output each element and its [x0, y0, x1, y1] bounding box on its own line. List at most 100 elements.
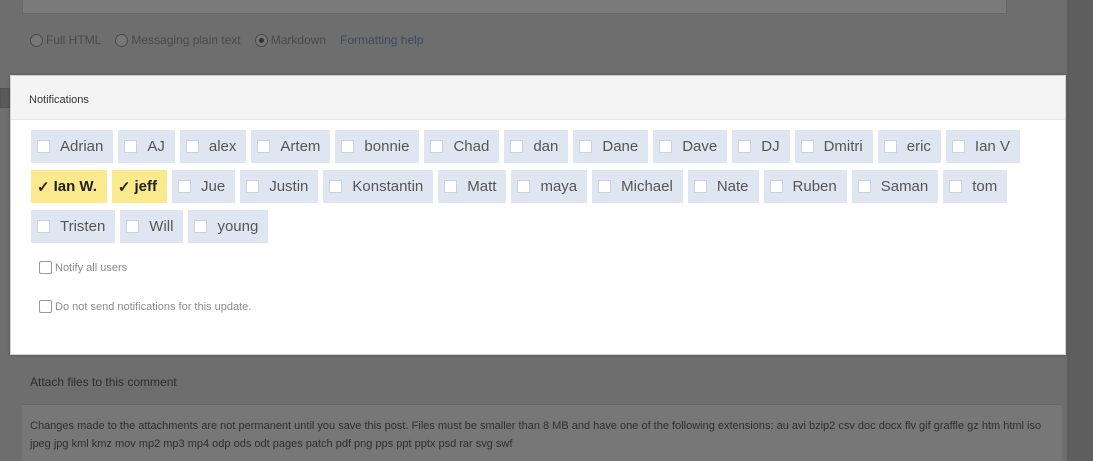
user-chip[interactable]: ✓Tristen	[31, 210, 116, 243]
user-name: eric	[906, 138, 931, 155]
user-name: alex	[208, 138, 237, 155]
checkbox-icon[interactable]	[341, 140, 355, 153]
checkbox-icon[interactable]	[185, 140, 199, 153]
attachments-description: Changes made to the attachments are not …	[22, 404, 1062, 461]
checkbox-icon[interactable]	[949, 180, 963, 193]
format-option-label: Markdown	[270, 33, 327, 47]
checkbox-icon[interactable]	[800, 140, 814, 153]
checkbox-icon[interactable]	[693, 180, 707, 193]
checkbox-icon[interactable]	[124, 140, 138, 153]
checkbox-icon[interactable]	[37, 220, 50, 233]
no-send-label: Do not send notifications for this updat…	[55, 300, 252, 313]
user-chip[interactable]: ✓DJ	[732, 130, 790, 163]
user-name: Tristen	[60, 218, 106, 235]
formatting-help-link[interactable]: Formatting help	[340, 33, 423, 47]
user-name: Michael	[621, 178, 673, 195]
user-chip[interactable]: ✓Konstantin	[323, 170, 434, 203]
user-name: Artem	[280, 138, 321, 155]
user-chip[interactable]: ✓Dane	[573, 130, 649, 163]
user-name: Ruben	[792, 178, 837, 195]
user-chip[interactable]: ✓eric	[877, 130, 941, 163]
checkbox-icon[interactable]	[246, 180, 260, 193]
notify-all-option[interactable]: Notify all users	[39, 261, 1065, 274]
checkbox-icon[interactable]	[951, 140, 965, 153]
user-chip[interactable]: ✓Dmitri	[794, 130, 873, 163]
user-chip[interactable]: ✓Nate	[687, 170, 759, 203]
user-name: Nate	[716, 178, 749, 195]
checkbox-icon[interactable]	[329, 180, 343, 193]
side-tab-handle[interactable]	[0, 88, 10, 108]
checkbox-icon[interactable]	[39, 261, 52, 274]
user-chip[interactable]: ✓alex	[179, 130, 247, 163]
checkbox-icon[interactable]	[598, 180, 612, 193]
user-name: Chad	[453, 138, 490, 155]
user-name: jeff	[134, 178, 158, 195]
notifications-title: Notifications	[11, 76, 1065, 120]
user-chip[interactable]: ✓Ian V	[945, 130, 1020, 163]
notifications-panel: Notifications ✓Adrian✓AJ✓alex✓Artem✓bonn…	[10, 75, 1066, 355]
user-chip[interactable]: ✓Ruben	[763, 170, 847, 203]
checkbox-icon[interactable]	[37, 140, 50, 153]
checkmark-icon: ✓	[37, 178, 50, 196]
checkbox-icon[interactable]	[769, 180, 783, 193]
attachments-section: Attach files to this comment Changes mad…	[22, 370, 1062, 461]
user-chip[interactable]: ✓Michael	[592, 170, 683, 203]
user-chip[interactable]: ✓Dave	[653, 130, 728, 163]
user-chip[interactable]: ✓Artem	[251, 130, 331, 163]
user-name: Matt	[467, 178, 497, 195]
user-name: Ian V	[974, 138, 1010, 155]
user-name: Dave	[682, 138, 718, 155]
user-chip[interactable]: ✓young	[188, 210, 269, 243]
scrollbar[interactable]	[1067, 0, 1093, 461]
no-send-option[interactable]: Do not send notifications for this updat…	[39, 300, 1065, 313]
user-chip[interactable]: ✓Chad	[424, 130, 500, 163]
checkbox-icon[interactable]	[194, 220, 208, 233]
format-option-full-html[interactable]: Full HTML	[30, 33, 101, 47]
checkbox-icon[interactable]	[579, 140, 593, 153]
user-chip[interactable]: ✓dan	[504, 130, 569, 163]
checkbox-icon[interactable]	[517, 180, 531, 193]
checkbox-icon[interactable]	[738, 140, 752, 153]
user-name: Saman	[880, 178, 929, 195]
user-chip[interactable]: ✓maya	[511, 170, 588, 203]
user-chip[interactable]: ✓Saman	[851, 170, 939, 203]
checkbox-icon[interactable]	[444, 180, 458, 193]
comment-textarea-bottom[interactable]	[22, 0, 1007, 14]
radio-selected-icon[interactable]	[254, 33, 268, 47]
user-chip[interactable]: ✓Justin	[240, 170, 319, 203]
user-list: ✓Adrian✓AJ✓alex✓Artem✓bonnie✓Chad✓dan✓Da…	[11, 120, 1041, 243]
user-name: tom	[972, 178, 998, 195]
user-chip[interactable]: ✓ jeff	[111, 170, 167, 203]
format-option-plain-text[interactable]: Messaging plain text	[115, 33, 241, 47]
user-chip[interactable]: ✓Adrian	[31, 130, 114, 163]
format-option-markdown[interactable]: Markdown	[254, 33, 327, 47]
user-chip[interactable]: ✓Matt	[438, 170, 507, 203]
checkbox-icon[interactable]	[883, 140, 897, 153]
user-chip[interactable]: ✓ Ian W.	[31, 170, 107, 203]
format-option-label: Messaging plain text	[131, 33, 241, 47]
user-name: Will	[149, 218, 174, 235]
user-name: dan	[533, 138, 559, 155]
user-chip[interactable]: ✓tom	[943, 170, 1008, 203]
attachments-title: Attach files to this comment	[30, 375, 177, 389]
user-chip[interactable]: ✓Will	[120, 210, 184, 243]
format-option-label: Full HTML	[46, 33, 102, 47]
user-name: AJ	[147, 138, 165, 155]
text-format-selector: Full HTML Messaging plain text Markdown …	[30, 30, 423, 50]
user-chip[interactable]: ✓AJ	[118, 130, 175, 163]
checkbox-icon[interactable]	[857, 180, 871, 193]
checkbox-icon[interactable]	[39, 300, 52, 313]
user-chip[interactable]: ✓bonnie	[335, 130, 420, 163]
radio-icon[interactable]	[30, 33, 43, 47]
user-name: Dane	[602, 138, 639, 155]
notify-all-label: Notify all users	[55, 261, 128, 274]
user-name: Adrian	[60, 138, 104, 155]
checkbox-icon[interactable]	[430, 140, 444, 153]
checkbox-icon[interactable]	[126, 220, 140, 233]
checkbox-icon[interactable]	[178, 180, 191, 193]
user-chip[interactable]: ✓Jue	[172, 170, 236, 203]
checkbox-icon[interactable]	[659, 140, 673, 153]
radio-icon[interactable]	[115, 33, 129, 47]
checkbox-icon[interactable]	[510, 140, 524, 153]
checkbox-icon[interactable]	[257, 140, 271, 153]
